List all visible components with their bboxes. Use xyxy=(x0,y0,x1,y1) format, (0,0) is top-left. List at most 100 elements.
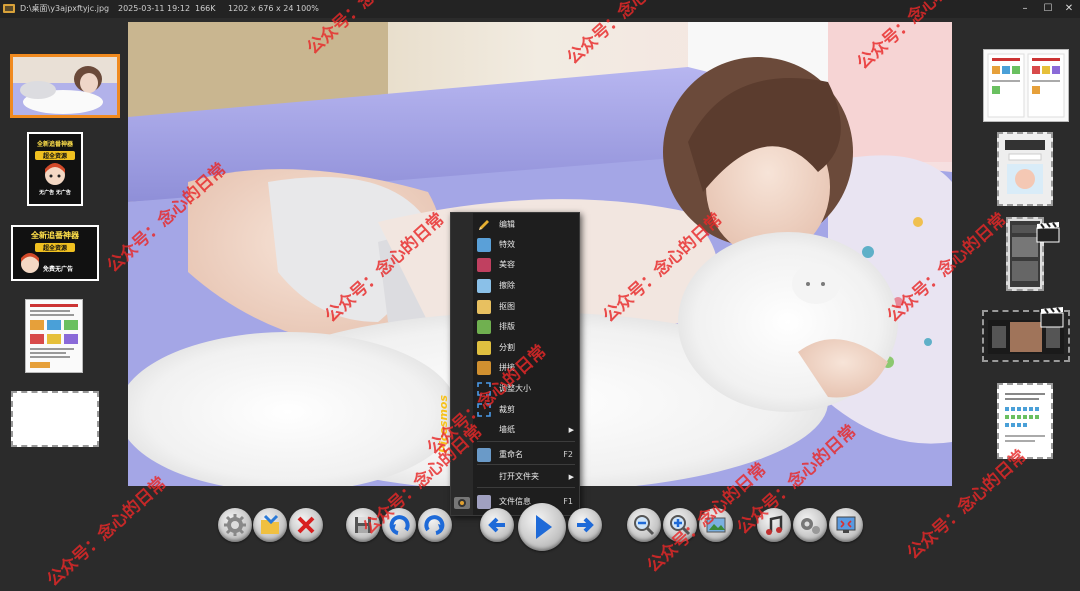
minimize-button[interactable]: – xyxy=(1014,0,1036,18)
next-icon xyxy=(577,517,594,533)
zoom-level: 100% xyxy=(296,4,319,13)
poster-title: 全新追番神器 xyxy=(31,231,79,240)
file-path: D:\桌面\y3ajpxftyjc.jpg xyxy=(20,4,110,13)
close-window-button[interactable]: ✕ xyxy=(1058,0,1080,18)
poster-title: 全新追番神器 xyxy=(36,141,73,148)
menu-item-label: 抠图 xyxy=(499,302,515,311)
menu-item-label: 分割 xyxy=(499,343,515,352)
thumbnail-poster-2[interactable]: 全新追番神器 超全资源 免费无广告 xyxy=(11,225,99,281)
menu-separator xyxy=(477,487,575,488)
maximize-button[interactable]: ☐ xyxy=(1037,0,1059,18)
brand-label: Picosmos xyxy=(437,394,450,453)
context-menu: Picosmos 编辑 特效 美容 擦除 抠图 排版 分割 拼接 调整大小 裁剪 墙纸 ▶ 重命名 F2 打… xyxy=(437,212,580,516)
delete-button[interactable] xyxy=(289,508,323,542)
music-icon xyxy=(766,515,783,535)
settings-button[interactable] xyxy=(218,508,252,542)
previous-icon xyxy=(488,517,505,533)
crop-icon xyxy=(477,403,491,417)
resize-icon xyxy=(477,382,491,396)
tools-button[interactable] xyxy=(793,508,827,542)
document-preview-icon xyxy=(1005,393,1045,442)
menu-item-label: 擦除 xyxy=(499,281,515,290)
app-preview-icon xyxy=(1005,140,1045,194)
fit-window-button[interactable] xyxy=(699,508,733,542)
next-button[interactable] xyxy=(568,508,602,542)
menu-item[interactable]: 擦除 xyxy=(473,276,579,296)
title-bar: D:\桌面\y3ajpxftyjc.jpg 2025-03-11 19:12 1… xyxy=(0,0,1080,18)
layout-icon xyxy=(477,320,491,334)
wallpaper-icon xyxy=(477,423,491,437)
menu-item-label: 裁剪 xyxy=(499,405,515,414)
thumbnail-app-poster[interactable] xyxy=(997,132,1053,206)
menu-item-label: 美容 xyxy=(499,260,515,269)
menu-item[interactable]: 特效 xyxy=(473,235,579,255)
tools-icon xyxy=(801,518,820,534)
previous-button[interactable] xyxy=(480,508,514,542)
anime-face-icon xyxy=(21,253,39,273)
zoom-in-button[interactable] xyxy=(663,508,697,542)
menu-item[interactable]: 美容 xyxy=(473,255,579,275)
fullscreen-button[interactable] xyxy=(829,508,863,542)
pencil-icon xyxy=(477,218,491,232)
thumbnail-document-1[interactable] xyxy=(25,299,83,373)
rename-icon xyxy=(477,448,491,462)
menu-item-label: 打开文件夹 xyxy=(499,472,539,481)
poster-footer: 无广告 无广告 xyxy=(39,190,71,196)
menu-item[interactable]: 排版 xyxy=(473,317,579,337)
menu-item[interactable]: 重命名 F2 xyxy=(473,445,579,465)
redo-icon xyxy=(424,515,445,535)
split-icon xyxy=(477,341,491,355)
thumbnail-screenshot[interactable] xyxy=(1006,217,1060,291)
menu-item[interactable]: 墙纸 ▶ xyxy=(473,420,579,440)
menu-item-label: 拼接 xyxy=(499,363,515,372)
video-clapper-icon xyxy=(1036,222,1060,243)
image-dimensions: 1202 x 676 x 24 xyxy=(228,4,294,13)
menu-separator xyxy=(477,441,575,442)
thumbnail-photo xyxy=(13,57,117,115)
thumbnail-blank[interactable] xyxy=(11,391,99,447)
save-icon xyxy=(355,517,371,533)
document-preview-icon xyxy=(30,304,78,368)
submenu-arrow-icon: ▶ xyxy=(568,473,574,481)
anime-face-icon xyxy=(45,163,65,185)
thumbnail-video[interactable] xyxy=(982,307,1070,362)
music-button[interactable] xyxy=(757,508,791,542)
menu-item-label: 编辑 xyxy=(499,220,515,229)
menu-item[interactable]: 调整大小 xyxy=(473,379,579,399)
zoom-out-icon xyxy=(634,515,655,536)
menu-brand-strip: Picosmos xyxy=(437,213,473,515)
play-slideshow-button[interactable] xyxy=(518,503,566,551)
thumbnail-current[interactable] xyxy=(10,54,120,118)
poster-badge: 超全资源 xyxy=(35,151,75,160)
thumbnail-document-2[interactable] xyxy=(983,49,1069,122)
redo-button[interactable] xyxy=(418,508,452,542)
lipstick-icon xyxy=(477,258,491,272)
open-folder-button[interactable] xyxy=(253,508,287,542)
poster-badge: 超全资源 xyxy=(35,243,75,252)
save-button[interactable] xyxy=(346,508,380,542)
folder-icon xyxy=(477,470,491,484)
menu-item[interactable]: 裁剪 xyxy=(473,400,579,420)
menu-item-label: 排版 xyxy=(499,322,515,331)
menu-item[interactable]: 打开文件夹 ▶ xyxy=(473,467,579,487)
menu-item-label: 墙纸 xyxy=(499,425,515,434)
zoom-out-button[interactable] xyxy=(627,508,661,542)
picosmos-logo-icon xyxy=(454,497,470,509)
eraser-icon xyxy=(477,279,491,293)
menu-item[interactable]: 抠图 xyxy=(473,297,579,317)
collage-icon xyxy=(477,361,491,375)
video-clapper-icon xyxy=(1040,307,1064,328)
delete-icon xyxy=(297,516,315,534)
menu-item[interactable]: 拼接 xyxy=(473,358,579,378)
thumbnail-poster-1[interactable]: 全新追番神器 超全资源 无广告 无广告 xyxy=(27,132,83,206)
thumbnail-document-3[interactable] xyxy=(997,383,1053,459)
menu-item-label: 调整大小 xyxy=(499,384,531,393)
poster-footer: 免费无广告 xyxy=(43,266,74,273)
menu-item[interactable]: 编辑 xyxy=(473,215,579,235)
fit-window-icon xyxy=(706,517,726,533)
file-size: 166K xyxy=(195,4,216,13)
open-folder-icon xyxy=(261,514,279,534)
menu-item[interactable]: 分割 xyxy=(473,338,579,358)
undo-button[interactable] xyxy=(382,508,416,542)
file-datetime: 2025-03-11 19:12 xyxy=(118,4,191,13)
